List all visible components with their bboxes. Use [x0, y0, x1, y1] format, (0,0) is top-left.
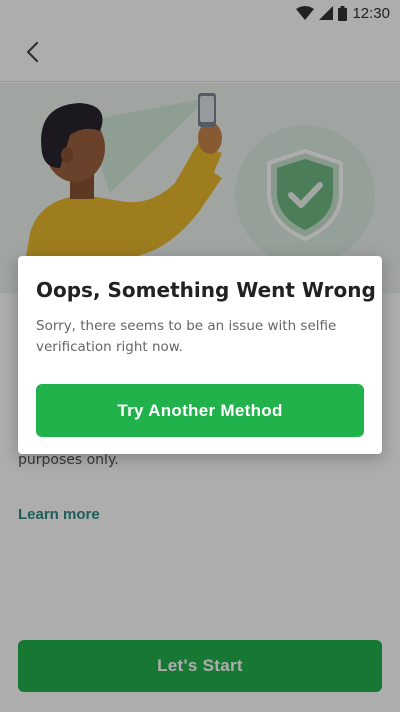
error-dialog: Oops, Something Went Wrong Sorry, there … [18, 256, 382, 454]
dialog-message: Sorry, there seems to be an issue with s… [36, 318, 337, 355]
try-another-method-button[interactable]: Try Another Method [36, 384, 364, 437]
dialog-title: Oops, Something Went Wrong [36, 278, 376, 302]
